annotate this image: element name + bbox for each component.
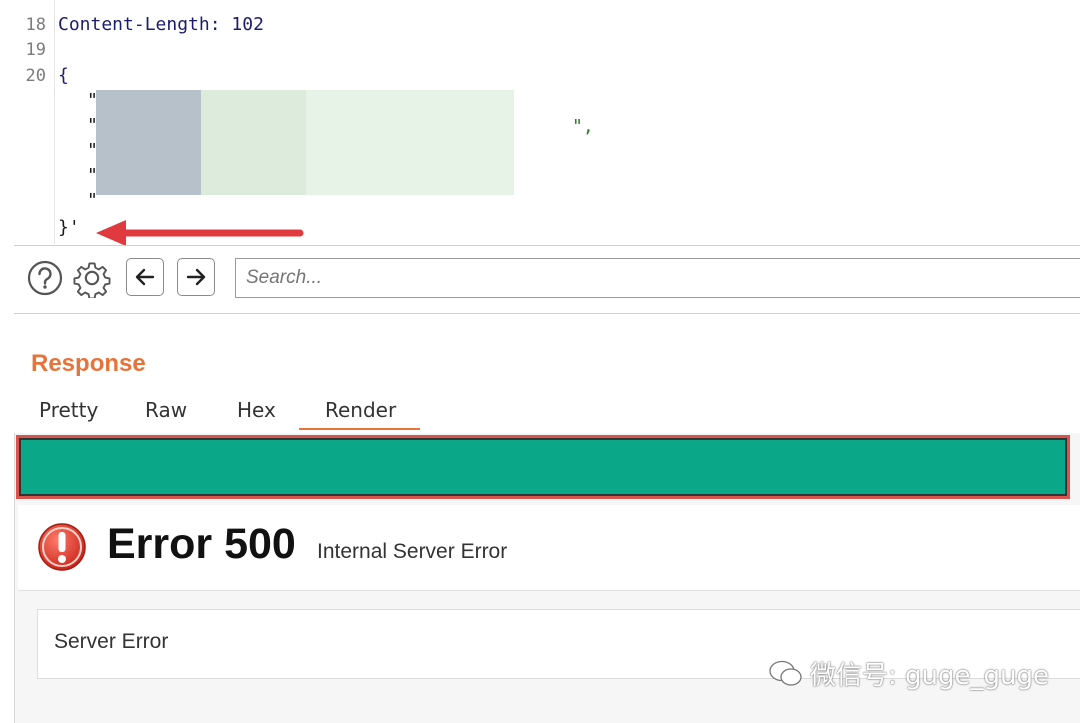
error-icon [38, 523, 86, 571]
json-value-tail: ", [572, 116, 594, 137]
line-number: 18 [25, 15, 46, 35]
redaction-block [306, 90, 514, 195]
help-circle-icon [27, 260, 63, 296]
tab-raw[interactable]: Raw [145, 398, 187, 422]
arrow-right-icon [186, 268, 206, 286]
line-number: 20 [25, 66, 46, 86]
back-button[interactable] [126, 258, 164, 296]
code-line-open-brace: { [58, 65, 69, 86]
watermark-text: 微信号: guge_guge [810, 661, 1049, 691]
code-line-content-length: Content-Length: 102 [58, 14, 264, 35]
code-line-close: }' [58, 217, 80, 238]
wechat-icon [769, 660, 802, 686]
error-detail-text: Server Error [54, 630, 169, 653]
tab-render[interactable]: Render [325, 398, 396, 422]
line-number: 19 [25, 40, 46, 60]
error-title: Error 500 [107, 520, 296, 568]
search-input[interactable] [235, 258, 1080, 298]
redaction-block [96, 90, 201, 195]
redaction-block [201, 90, 306, 195]
watermark: 微信号: guge_guge [768, 655, 1049, 692]
toolbar-divider [14, 245, 1080, 246]
gear-icon [73, 262, 111, 298]
tab-pretty[interactable]: Pretty [39, 398, 98, 422]
toolbar-divider [14, 313, 1080, 314]
request-editor[interactable]: 18 19 20 Content-Length: 102 { " " " " "… [0, 0, 1080, 246]
response-title: Response [31, 350, 146, 377]
arrow-left-icon [135, 268, 155, 286]
gutter-divider [54, 0, 55, 244]
forward-button[interactable] [177, 258, 215, 296]
error-subtitle: Internal Server Error [317, 540, 508, 563]
rendered-banner [16, 435, 1070, 499]
active-tab-indicator [299, 428, 420, 430]
help-button[interactable] [26, 259, 64, 297]
settings-button[interactable] [73, 259, 111, 298]
tab-hex[interactable]: Hex [237, 398, 276, 422]
